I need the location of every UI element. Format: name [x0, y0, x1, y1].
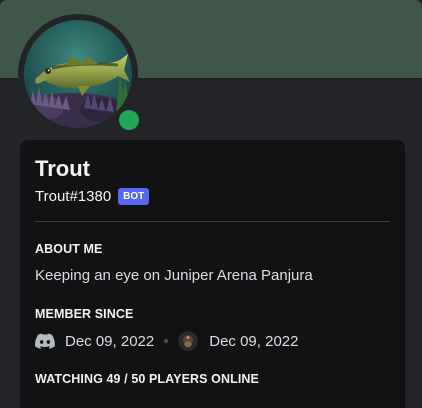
profile-info-card: Trout Trout#1380 BOT ABOUT ME Keeping an… [20, 140, 405, 408]
profile-display-name: Trout [35, 156, 90, 181]
server-member-since-date: Dec 09, 2022 [209, 332, 299, 350]
discord-member-since-date: Dec 09, 2022 [65, 332, 155, 350]
username-tag-row: Trout#1380 BOT [35, 186, 150, 206]
online-status-icon [119, 110, 139, 130]
avatar-container[interactable] [18, 14, 144, 135]
separator-dot [164, 339, 169, 343]
about-me-text: Keeping an eye on Juniper Arena Panjura [35, 267, 313, 284]
activity-heading: WATCHING 49 / 50 PLAYERS ONLINE [35, 372, 259, 386]
about-me-heading: ABOUT ME [35, 242, 103, 256]
divider [35, 221, 390, 222]
status-indicator [114, 105, 144, 135]
member-since-row: Dec 09, 2022 Dec 09, 2022 [35, 329, 298, 353]
username-tag[interactable]: Trout#1380 [35, 188, 111, 205]
server-icon[interactable] [178, 331, 199, 351]
bot-badge: BOT [118, 187, 150, 205]
member-since-heading: MEMBER SINCE [35, 307, 134, 321]
user-profile-popout: Trout Trout#1380 BOT ABOUT ME Keeping an… [0, 0, 422, 408]
discord-logo-icon[interactable] [35, 333, 55, 349]
